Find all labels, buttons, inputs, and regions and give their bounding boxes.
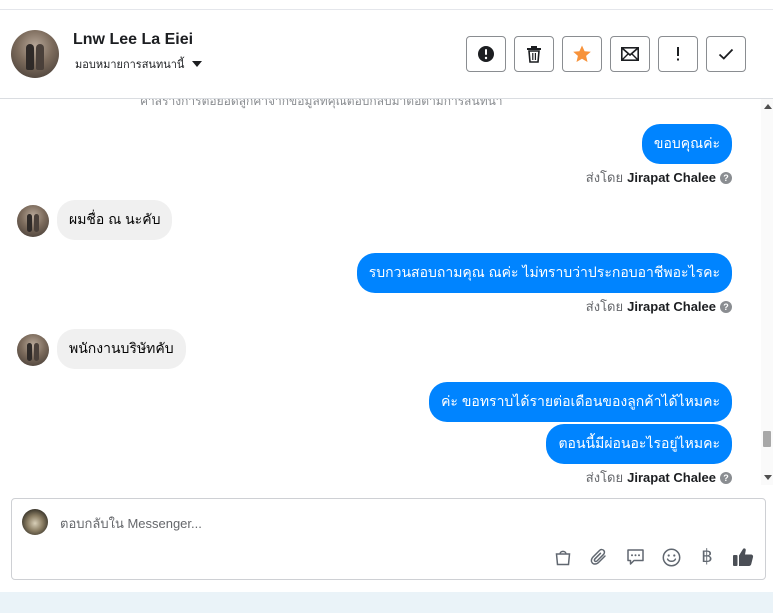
sent-by-prefix: ส่งโดย <box>585 170 624 185</box>
messenger-inbox-window: Lnw Lee La Eiei มอบหมายการสนทนานี้ ค่าสร… <box>0 0 773 613</box>
baht-icon: ฿ <box>701 546 713 567</box>
spam-button[interactable] <box>466 36 506 72</box>
contact-avatar[interactable] <box>11 30 59 78</box>
sent-by-prefix: ส่งโดย <box>585 299 624 314</box>
exclamation-icon <box>677 47 679 61</box>
scroll-down-arrow-icon[interactable] <box>764 475 772 480</box>
outgoing-message[interactable]: ค่ะ ขอทราบได้รายต่อเดือนของลูกค้าได้ไหมค… <box>429 382 732 422</box>
message-thread[interactable]: ค่าสร้างการต่อยอดลูกค้าจากข้อมูลที่คุณตอ… <box>0 99 761 485</box>
trash-icon <box>527 46 541 63</box>
reply-input[interactable] <box>60 513 700 533</box>
top-divider <box>0 0 773 10</box>
bag-icon <box>555 550 571 566</box>
contact-name[interactable]: Lnw Lee La Eiei <box>73 31 193 49</box>
help-icon[interactable]: ? <box>720 300 732 313</box>
saved-replies-button[interactable] <box>624 546 646 568</box>
page-avatar <box>22 509 48 535</box>
paperclip-icon <box>590 548 606 565</box>
thread-cut-off-text: ค่าสร้างการต่อยอดลูกค้าจากข้อมูลที่คุณตอ… <box>140 99 503 108</box>
attach-button[interactable] <box>588 546 610 568</box>
reply-composer: ฿ <box>11 498 766 580</box>
help-icon[interactable]: ? <box>720 171 732 184</box>
mark-done-button[interactable] <box>706 36 746 72</box>
sent-by-line: ส่งโดย Jirapat Chalee ? <box>586 296 732 317</box>
sent-by-line: ส่งโดย Jirapat Chalee ? <box>586 167 732 188</box>
sent-by-name[interactable]: Jirapat Chalee <box>627 170 716 185</box>
outgoing-message[interactable]: ตอนนี้มีผ่อนอะไรอยู่ไหมคะ <box>546 424 732 464</box>
emoji-icon <box>662 548 680 566</box>
incoming-message[interactable]: พนักงานบริษัทคับ <box>57 329 186 369</box>
star-button[interactable] <box>562 36 602 72</box>
sent-by-prefix: ส่งโดย <box>585 470 624 485</box>
assign-conversation-dropdown[interactable]: มอบหมายการสนทนานี้ <box>75 55 203 73</box>
sent-by-line: ส่งโดย Jirapat Chalee ? <box>586 467 732 485</box>
star-icon <box>573 45 591 62</box>
emoji-button[interactable] <box>660 546 682 568</box>
mark-unread-button[interactable] <box>610 36 650 72</box>
outgoing-message[interactable]: รบกวนสอบถามคุณ ณค่ะ ไม่ทราบว่าประกอบอาชี… <box>356 253 732 293</box>
caret-down-icon <box>192 61 203 67</box>
sent-by-name[interactable]: Jirapat Chalee <box>627 470 716 485</box>
delete-button[interactable] <box>514 36 554 72</box>
outgoing-message[interactable]: ขอบคุณค่ะ <box>641 124 732 164</box>
scroll-up-arrow-icon[interactable] <box>764 104 772 109</box>
thread-scrollbar[interactable] <box>761 99 773 485</box>
sent-by-name[interactable]: Jirapat Chalee <box>627 299 716 314</box>
assign-label: มอบหมายการสนทนานี้ <box>75 58 185 71</box>
follow-up-button[interactable] <box>658 36 698 72</box>
contact-avatar-small[interactable] <box>17 205 49 237</box>
page-footer-band <box>0 592 773 613</box>
payment-button[interactable]: ฿ <box>696 546 718 568</box>
exclamation-circle-icon <box>478 46 494 62</box>
saved-reply-icon <box>626 549 644 565</box>
checkmark-icon <box>718 48 734 60</box>
conversation-header: Lnw Lee La Eiei มอบหมายการสนทนานี้ <box>0 10 773 99</box>
thumbs-up-icon <box>733 548 754 566</box>
like-button[interactable] <box>732 546 754 568</box>
incoming-message[interactable]: ผมชื่อ ณ นะคับ <box>57 200 173 240</box>
shop-button[interactable] <box>552 546 574 568</box>
envelope-icon <box>621 47 639 61</box>
contact-avatar-small[interactable] <box>17 334 49 366</box>
help-icon[interactable]: ? <box>720 471 732 484</box>
scroll-thumb[interactable] <box>763 431 771 447</box>
